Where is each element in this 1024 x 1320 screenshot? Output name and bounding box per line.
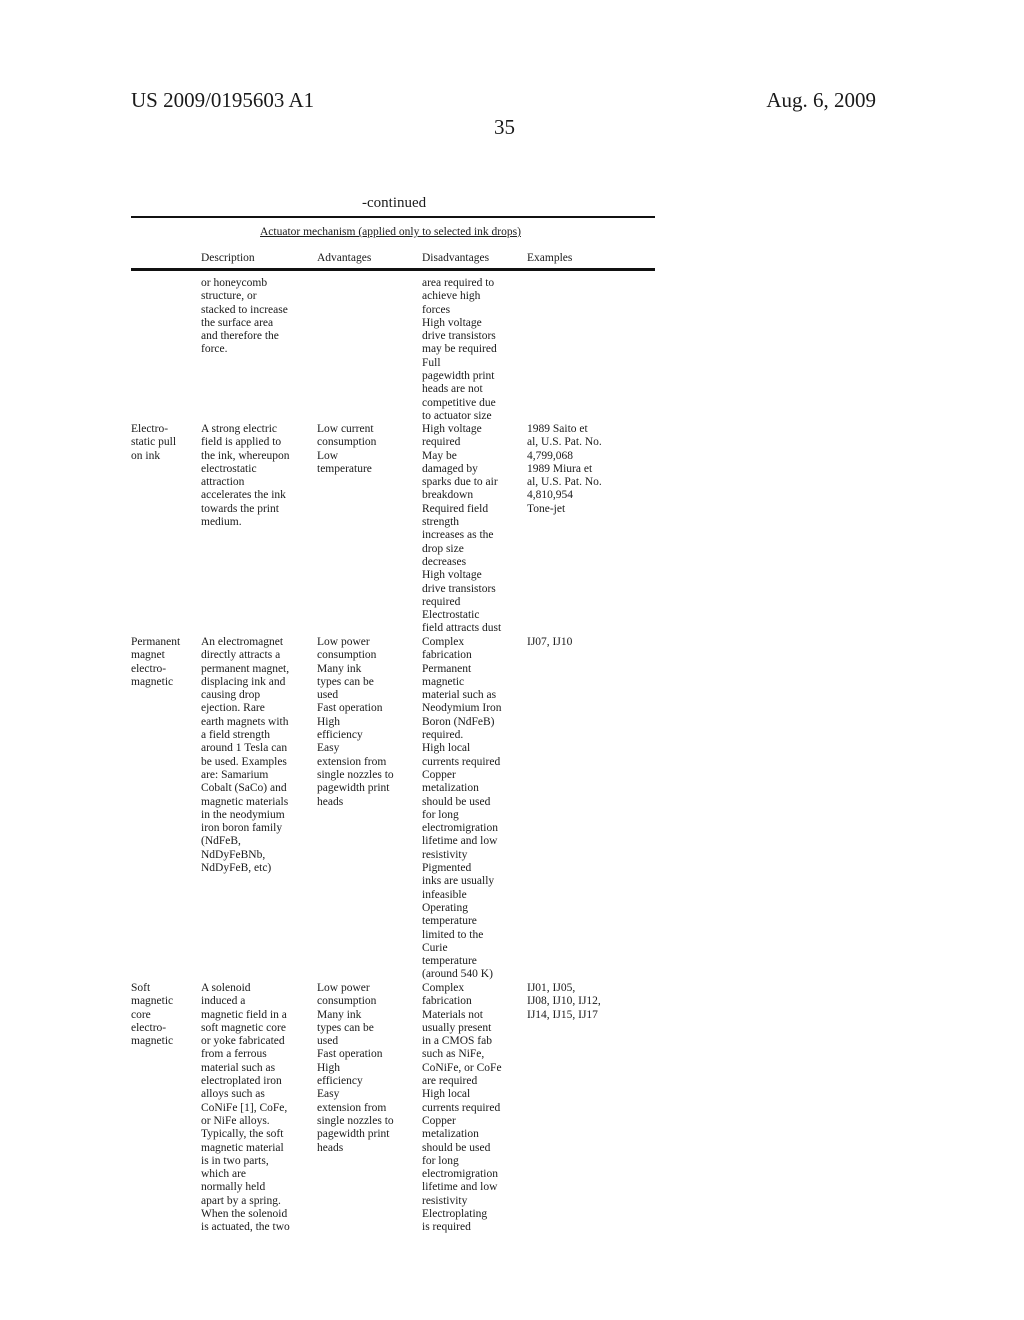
column-header-examples: Examples — [527, 252, 573, 264]
row-advantages: Low power consumption Many ink types can… — [317, 636, 394, 808]
row-description: A solenoid induced a magnetic field in a… — [201, 982, 290, 1234]
row-disadvantages: High voltage required May be damaged by … — [422, 423, 502, 635]
table-caption: Actuator mechanism (applied only to sele… — [260, 226, 521, 238]
row-examples: IJ07, IJ10 — [527, 636, 573, 648]
row-disadvantages: Complex fabrication Permanent magnetic m… — [422, 636, 502, 981]
row-description: A strong electric field is applied to th… — [201, 423, 290, 529]
row-advantages: Low power consumption Many ink types can… — [317, 982, 394, 1154]
table-top-rule — [131, 216, 655, 218]
column-header-advantages: Advantages — [317, 252, 372, 264]
publication-number: US 2009/0195603 A1 — [131, 88, 315, 112]
row-examples: 1989 Saito et al, U.S. Pat. No. 4,799,06… — [527, 423, 602, 515]
row-examples: IJ01, IJ05, IJ08, IJ10, IJ12, IJ14, IJ15… — [527, 982, 601, 1021]
row-disadvantages: area required to achieve high forces Hig… — [422, 277, 497, 422]
column-header-disadvantages: Disadvantages — [422, 252, 490, 264]
row-description: or honeycomb structure, or stacked to in… — [201, 277, 288, 356]
row-name: Permanent magnet electro- magnetic — [131, 636, 181, 688]
row-disadvantages: Complex fabrication Materials not usuall… — [422, 982, 502, 1234]
table-header-rule — [131, 268, 655, 271]
table-continued-label: -continued — [362, 195, 427, 211]
row-name: Soft magnetic core electro- magnetic — [131, 982, 174, 1048]
page-number: 35 — [494, 115, 515, 139]
row-advantages: Low current consumption Low temperature — [317, 423, 377, 475]
row-name: Electro- static pull on ink — [131, 423, 177, 462]
row-description: An electromagnet directly attracts a per… — [201, 636, 290, 875]
publication-date: Aug. 6, 2009 — [766, 88, 876, 112]
column-header-description: Description — [201, 252, 255, 264]
